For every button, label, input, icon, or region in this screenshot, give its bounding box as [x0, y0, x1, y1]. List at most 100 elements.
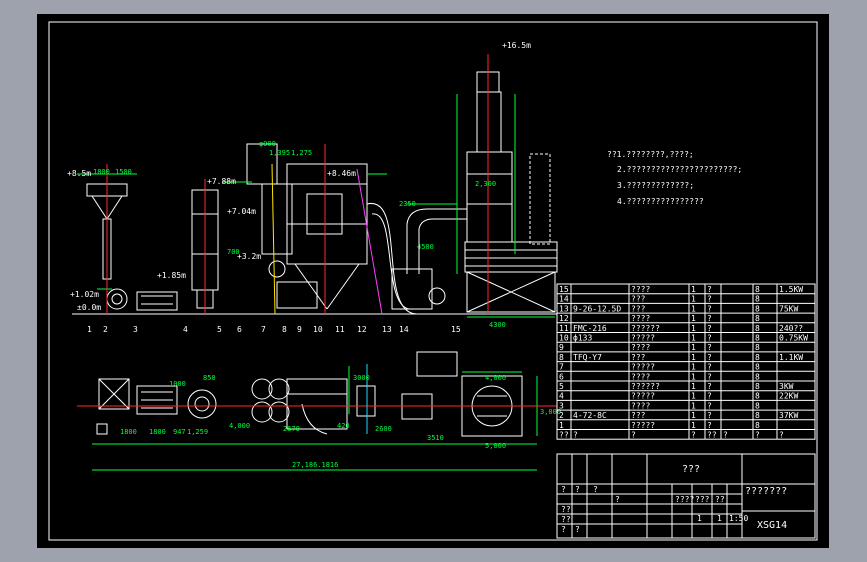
- plan-dim-2670: 2670: [283, 425, 300, 433]
- parts-cell-name: ????: [631, 314, 650, 323]
- drawing-border: [48, 21, 818, 541]
- parts-cell-power: 22KW: [779, 392, 798, 401]
- elev-1-85: +1.85m: [157, 271, 186, 280]
- parts-cell-mat: ?: [707, 304, 712, 313]
- parts-header-cell: ??: [707, 431, 717, 440]
- parts-cell-name: ?????: [631, 392, 655, 401]
- parts-header-cell: ?: [691, 431, 696, 440]
- sheet-b: 1: [717, 514, 722, 523]
- parts-cell-mat: ?: [707, 421, 712, 430]
- plan-dim-1000: 1000: [169, 380, 186, 388]
- label-12: 12: [357, 325, 367, 334]
- elev-7-04: +7.04m: [227, 207, 256, 216]
- parts-cell-no: 9: [559, 343, 564, 352]
- plan-dim-3510: 3510: [427, 434, 444, 442]
- notes-title: ??1.????????,????;: [607, 150, 694, 159]
- parts-cell-note: 8: [755, 421, 760, 430]
- parts-cell-note: 8: [755, 382, 760, 391]
- sheet-a: 1: [697, 514, 702, 523]
- parts-cell-note: 8: [755, 324, 760, 333]
- parts-cell-qty: 1: [691, 314, 696, 323]
- parts-cell-qty: 1: [691, 411, 696, 420]
- parts-cell-power: 0.75KW: [779, 334, 808, 343]
- label-13: 13: [382, 325, 392, 334]
- plan-dim-1259: 1,259: [187, 428, 208, 436]
- parts-cell-name: ??????: [631, 324, 660, 333]
- parts-cell-qty: 1: [691, 285, 696, 294]
- parts-cell-mat: ?: [707, 363, 712, 372]
- elev-0: ±0.0m: [77, 303, 101, 312]
- parts-cell-name: ??????: [631, 382, 660, 391]
- parts-cell-mat: ?: [707, 334, 712, 343]
- parts-cell-name: ????: [631, 285, 650, 294]
- label-10: 10: [313, 325, 323, 334]
- elev-8-5: +8.5m: [67, 169, 91, 178]
- plan-dim-850: 850: [203, 374, 216, 382]
- plan-dim-1800b: 1800: [149, 428, 166, 436]
- parts-cell-power: 1.1KW: [779, 353, 803, 362]
- dim-4300: 4300: [489, 321, 506, 329]
- parts-cell-mat: ?: [707, 372, 712, 381]
- parts-cell-note: 8: [755, 353, 760, 362]
- parts-cell-no: 15: [559, 285, 569, 294]
- parts-header-cell: ??: [559, 431, 569, 440]
- parts-cell-mat: ?: [707, 295, 712, 304]
- parts-cell-spec: 4-72-8C: [573, 411, 607, 420]
- parts-cell-qty: 1: [691, 324, 696, 333]
- parts-cell-mat: ?: [707, 353, 712, 362]
- parts-cell-name: ???: [631, 353, 646, 362]
- label-15: 15: [451, 325, 461, 334]
- plan-dim-4000: 4,000: [229, 422, 250, 430]
- parts-cell-name: ?????: [631, 421, 655, 430]
- parts-cell-name: ????: [631, 401, 650, 410]
- label-11: 11: [335, 325, 345, 334]
- plan-dim-1800a: 1800: [120, 428, 137, 436]
- drawing-code: XSG14: [757, 520, 787, 531]
- parts-cell-no: 11: [559, 324, 569, 333]
- parts-cell-no: 5: [559, 382, 564, 391]
- plan-dim-4000b: 4,000: [485, 374, 506, 382]
- parts-header-cell: ?: [573, 431, 578, 440]
- parts-cell-note: 8: [755, 343, 760, 352]
- parts-cell-no: 13: [559, 304, 569, 313]
- parts-cell-power: 3KW: [779, 382, 794, 391]
- parts-cell-note: 8: [755, 372, 760, 381]
- parts-cell-name: ?????: [631, 334, 655, 343]
- parts-cell-spec: ф133: [573, 334, 592, 343]
- parts-cell-mat: ?: [707, 324, 712, 333]
- drawing-title: ???????: [745, 486, 787, 497]
- note-4: 4.????????????????: [617, 197, 704, 206]
- tb-cell-3: ?: [593, 485, 598, 494]
- label-5: 5: [217, 325, 222, 334]
- elev-1-02: +1.02m: [70, 290, 99, 299]
- dim-1395: 1,395: [269, 149, 290, 157]
- parts-cell-qty: 1: [691, 382, 696, 391]
- note-3: 3.?????????????;: [617, 181, 694, 190]
- dim-1275: 1,275: [291, 149, 312, 157]
- parts-cell-no: 14: [559, 295, 569, 304]
- parts-cell-no: 1: [559, 421, 564, 430]
- tb-cell-5: ???: [695, 495, 710, 504]
- notes: ??1.????????,????; 2.???????????????????…: [607, 150, 742, 206]
- elev-8-46: +8.46m: [327, 169, 356, 178]
- label-2: 2: [103, 325, 108, 334]
- label-3: 3: [133, 325, 138, 334]
- parts-cell-note: 8: [755, 363, 760, 372]
- parts-cell-mat: ?: [707, 411, 712, 420]
- parts-cell-no: 10: [559, 334, 569, 343]
- note-2: 2.???????????????????????;: [617, 165, 742, 174]
- parts-cell-name: ?????: [631, 363, 655, 372]
- cad-drawing: +16.5m +8.5m +7.88m +8.46m +7.04m +3.2m …: [48, 21, 818, 541]
- plan-dim-5000: 5,000: [485, 442, 506, 450]
- item-labels: 1 2 3 4 5 6 7 8 9 10 11 12 13 14 15: [87, 325, 461, 334]
- elev-7-88: +7.88m: [207, 177, 236, 186]
- tb-cell-7: ?: [615, 495, 620, 504]
- parts-cell-no: 7: [559, 363, 564, 372]
- tb-cell-1: ?: [561, 485, 566, 494]
- label-7: 7: [261, 325, 266, 334]
- parts-cell-no: 8: [559, 353, 564, 362]
- dim-700: 700: [227, 248, 240, 256]
- parts-cell-power: 75KW: [779, 304, 798, 313]
- parts-cell-name: ???: [631, 411, 646, 420]
- parts-cell-spec: 9-26-12.5D: [573, 304, 621, 313]
